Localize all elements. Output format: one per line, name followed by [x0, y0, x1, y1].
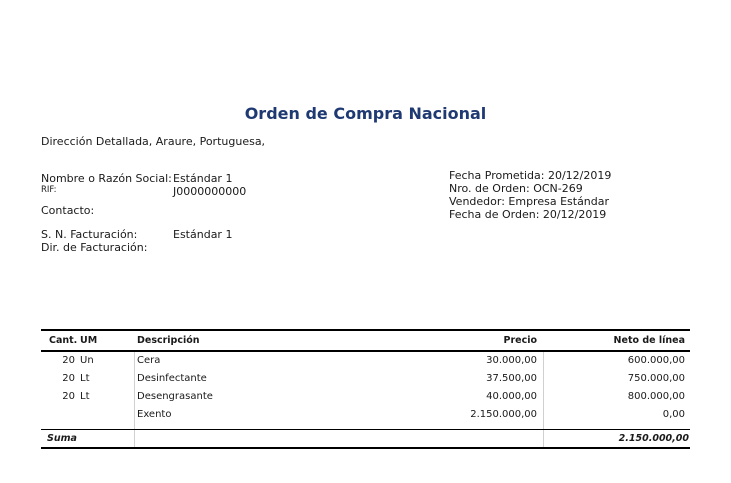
row-um: Lt	[80, 391, 90, 402]
column-divider	[134, 352, 135, 448]
column-divider	[543, 352, 544, 448]
table-bottom-rule	[41, 447, 690, 449]
promised-date: Fecha Prometida: 20/12/2019	[449, 169, 612, 182]
header-um: UM	[80, 335, 98, 346]
row-price: 30.000,00	[486, 355, 537, 366]
total-value: 2.150.000,00	[618, 433, 689, 444]
total-top-rule	[41, 429, 690, 430]
client-name-label: Nombre o Razón Social:	[41, 172, 172, 185]
row-description: Desengrasante	[137, 391, 213, 402]
row-um: Un	[80, 355, 94, 366]
row-price: 37.500,00	[486, 373, 537, 384]
row-price: 40.000,00	[486, 391, 537, 402]
vendor: Vendedor: Empresa Estándar	[449, 195, 610, 208]
row-description: Cera	[137, 355, 161, 366]
client-name-value: Estándar 1	[173, 172, 233, 185]
total-label: Suma	[47, 433, 77, 444]
row-description: Desinfectante	[137, 373, 207, 384]
row-description: Exento	[137, 409, 172, 420]
order-date: Fecha de Orden: 20/12/2019	[449, 208, 607, 221]
rif-value: J0000000000	[173, 185, 247, 198]
row-price: 2.150.000,00	[470, 409, 537, 420]
header-price: Precio	[503, 335, 537, 346]
contact-label: Contacto:	[41, 204, 95, 217]
row-um: Lt	[80, 373, 90, 384]
header-net: Neto de línea	[613, 335, 685, 346]
row-net: 600.000,00	[627, 355, 685, 366]
row-qty: 20	[62, 355, 75, 366]
billing-label: S. N. Facturación:	[41, 228, 138, 241]
header-bottom-rule	[41, 350, 690, 352]
billing-value: Estándar 1	[173, 228, 233, 241]
table-top-rule	[41, 329, 690, 331]
row-net: 0,00	[662, 409, 685, 420]
address: Dirección Detallada, Araure, Portuguesa,	[41, 135, 266, 148]
rif-label: RIF:	[41, 185, 57, 195]
row-qty: 20	[62, 373, 75, 384]
row-net: 800.000,00	[627, 391, 685, 402]
billing-dir-label: Dir. de Facturación:	[41, 241, 148, 254]
document-title: Orden de Compra Nacional	[244, 104, 487, 123]
header-description: Descripción	[137, 335, 200, 346]
row-net: 750.000,00	[627, 373, 685, 384]
row-qty: 20	[62, 391, 75, 402]
order-number: Nro. de Orden: OCN-269	[449, 182, 583, 195]
header-qty: Cant.	[49, 335, 78, 346]
